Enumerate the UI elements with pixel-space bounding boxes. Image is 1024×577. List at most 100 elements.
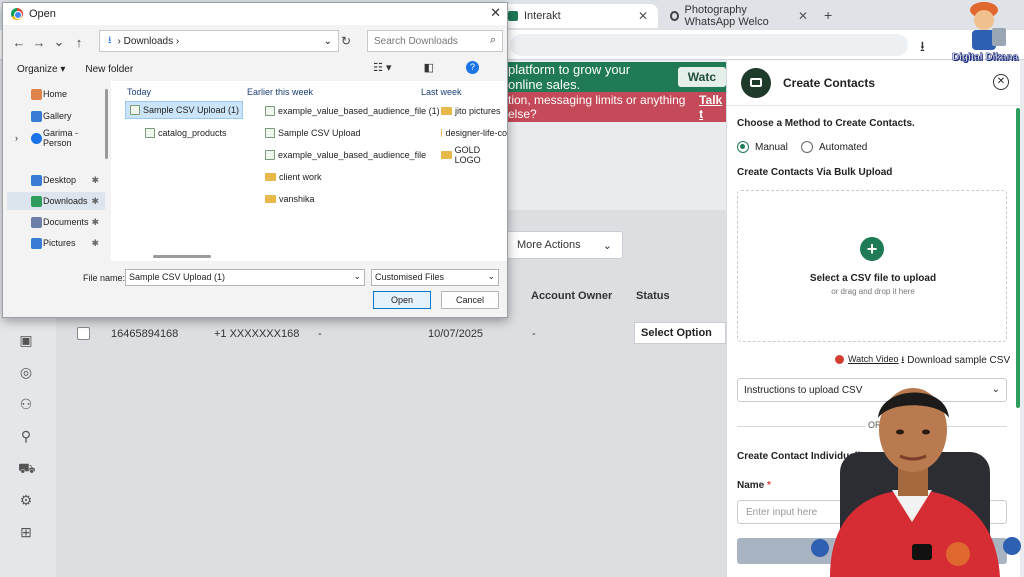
status-select[interactable]: Select Option — [634, 322, 726, 344]
file-name-input[interactable]: Sample CSV Upload (1) ⌄ — [125, 269, 365, 286]
presenter-webcam-image — [811, 388, 1021, 577]
folder-item[interactable]: client work — [261, 168, 322, 186]
warning-link[interactable]: Talk t — [699, 93, 726, 121]
users-icon[interactable]: ⚲ — [18, 428, 34, 444]
path-separator: › — [173, 35, 180, 47]
pin-icon: ✱ — [91, 216, 99, 227]
dialog-sidebar: Home Gallery › Garima - Person Desktop ✱ D… — [7, 81, 105, 263]
tab-label: Photography WhatsApp Welco — [684, 4, 769, 28]
dialog-nav: ← → ⌄ ↑ ⭳ › Downloads › ⌄ ↻ Search Downl… — [3, 27, 507, 57]
radio-automated[interactable] — [801, 141, 813, 153]
folder-icon — [441, 129, 443, 137]
panel-header: Create Contacts ✕ — [727, 60, 1021, 106]
warning-text: tion, messaging limits or anything else? — [508, 93, 686, 121]
folder-item[interactable]: vanshika — [261, 190, 315, 208]
sidebar-item-onedrive[interactable]: › Garima - Person — [7, 128, 105, 148]
tab-interakt[interactable]: Interakt ✕ — [498, 4, 658, 28]
file-item[interactable]: example_value_based_audience_file — [261, 146, 426, 164]
panel-scrollbar[interactable] — [1016, 108, 1020, 408]
sidebar-item-documents[interactable]: Documents ✱ — [7, 213, 105, 231]
chevron-down-icon[interactable]: ⌄ — [353, 271, 361, 282]
preview-pane-icon[interactable]: ◧ — [424, 61, 434, 74]
close-icon[interactable]: ✕ — [993, 74, 1009, 90]
new-folder-button[interactable]: New folder — [85, 64, 133, 75]
close-icon[interactable]: ✕ — [638, 9, 648, 23]
view-options-icon[interactable]: ☷ ▾ — [373, 61, 391, 74]
file-item[interactable]: Sample CSV Upload (1) — [125, 101, 243, 119]
csv-file-icon — [130, 105, 140, 115]
file-name: example_value_based_audience_file (1) — [278, 106, 440, 116]
search-icon: ⌕ — [489, 34, 496, 46]
sidebar-scrollbar[interactable] — [105, 89, 108, 159]
settings-icon[interactable]: ⚙ — [18, 492, 34, 508]
cell-dash: - — [532, 328, 536, 340]
organize-menu[interactable]: Organize ▾ — [17, 64, 65, 75]
radio-automated-label: Automated — [819, 142, 868, 153]
radio-manual[interactable] — [737, 141, 749, 153]
apps-icon[interactable]: ⊞ — [18, 524, 34, 540]
tab-photography[interactable]: Photography WhatsApp Welco ✕ — [660, 4, 818, 28]
file-item[interactable]: example_value_based_audience_file (1) — [261, 102, 440, 120]
file-name-label: File name: — [83, 273, 126, 283]
bot-icon[interactable]: ⚇ — [18, 396, 34, 412]
chevron-down-icon[interactable]: ⌄ — [49, 34, 69, 50]
dialog-footer: File name: Sample CSV Upload (1) ⌄ Custo… — [3, 265, 507, 317]
whatsapp-icon[interactable]: ◎ — [18, 364, 34, 380]
sidebar-item-label: Downloads — [43, 196, 88, 206]
dropzone-subtitle: or drag and drop it here — [831, 287, 915, 296]
file-type-value: Customised Files — [375, 272, 445, 282]
file-name: Sample CSV Upload (1) — [143, 105, 240, 115]
open-button[interactable]: Open — [373, 291, 431, 309]
watch-video-label: Watch Video — [848, 354, 899, 364]
method-label: Choose a Method to Create Contacts. — [737, 118, 915, 129]
csv-file-icon — [145, 128, 155, 138]
promo-button[interactable]: Watc — [677, 67, 726, 87]
folder-name: GOLD LOGO — [454, 145, 481, 165]
download-icon[interactable]: ⭳ — [920, 36, 925, 60]
download-sample-link[interactable]: ⭳ Download sample CSV — [901, 353, 1010, 370]
chevron-down-icon[interactable]: ⌄ — [324, 36, 332, 47]
bulk-upload-label: Create Contacts Via Bulk Upload — [737, 167, 893, 178]
new-tab-button[interactable]: + — [824, 7, 832, 23]
group-header-last-week: Last week — [421, 87, 462, 97]
folder-name: jito pictures — [455, 106, 501, 116]
up-icon[interactable]: ↑ — [69, 35, 89, 50]
more-actions-button[interactable]: More Actions ⌄ — [506, 231, 623, 259]
url-field[interactable] — [510, 34, 908, 56]
file-type-select[interactable]: Customised Files ⌄ — [371, 269, 499, 286]
close-icon[interactable]: ✕ — [798, 9, 808, 23]
search-input[interactable]: Search Downloads ⌕ — [367, 30, 503, 52]
path-segment-downloads[interactable]: Downloads — [124, 36, 173, 47]
cart-icon[interactable]: ⛟ — [18, 460, 36, 476]
store-icon[interactable]: ▣ — [18, 332, 34, 348]
file-list-scrollbar[interactable] — [153, 255, 211, 258]
file-item[interactable]: catalog_products — [141, 124, 227, 142]
back-icon[interactable]: ← — [9, 35, 29, 50]
forward-icon[interactable]: → — [29, 35, 49, 50]
chevron-down-icon: ⌄ — [487, 271, 495, 281]
file-item[interactable]: Sample CSV Upload — [261, 124, 361, 142]
folder-item[interactable]: designer-life-co — [437, 124, 507, 142]
refresh-icon[interactable]: ↻ — [341, 34, 351, 48]
sidebar-item-home[interactable]: Home — [7, 85, 105, 103]
cell-date: 10/07/2025 — [428, 328, 484, 340]
watch-video-link[interactable]: Watch Video — [835, 354, 899, 364]
cancel-button[interactable]: Cancel — [441, 291, 499, 309]
sidebar-item-gallery[interactable]: Gallery — [7, 107, 105, 125]
file-name: catalog_products — [158, 128, 227, 138]
chevron-right-icon: › — [15, 133, 18, 143]
folder-item[interactable]: GOLD LOGO — [437, 145, 507, 165]
pin-icon: ✱ — [91, 195, 99, 206]
gallery-icon — [31, 110, 42, 122]
path-breadcrumb[interactable]: ⭳ › Downloads › ⌄ — [99, 30, 339, 52]
sidebar-item-pictures[interactable]: Pictures ✱ — [7, 234, 105, 252]
close-icon[interactable]: ✕ — [490, 5, 501, 21]
csv-dropzone[interactable]: + Select a CSV file to upload or drag an… — [737, 190, 1007, 342]
sidebar-item-desktop[interactable]: Desktop ✱ — [7, 171, 105, 189]
sidebar-item-label: Desktop — [43, 175, 77, 185]
folder-item[interactable]: jito pictures — [437, 102, 501, 120]
row-checkbox[interactable] — [77, 327, 90, 340]
sidebar-item-downloads[interactable]: Downloads ✱ — [7, 192, 105, 210]
view-controls: ☷ ▾ ◧ ? — [373, 61, 499, 74]
help-icon[interactable]: ? — [466, 61, 479, 74]
